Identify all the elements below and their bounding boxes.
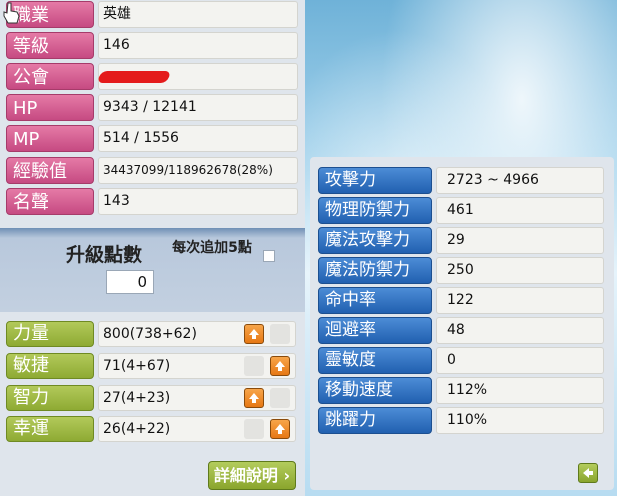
- detail-label: 攻擊力: [318, 167, 432, 194]
- stat-row-hp: HP 9343 / 12141: [6, 94, 298, 121]
- stat-row-level: 等級 146: [6, 32, 298, 59]
- detail-row: 移動速度 112%: [318, 377, 608, 404]
- level-points-label: 升級點數: [66, 244, 143, 266]
- stat-row-job: 職業 英雄: [6, 1, 298, 28]
- attr-value: 26(4+22): [98, 416, 296, 442]
- detail-value: 461: [436, 197, 604, 224]
- attr-label: 幸運: [6, 416, 94, 442]
- luk-up-button[interactable]: [270, 419, 290, 439]
- stat-row-fame: 名聲 143: [6, 188, 298, 215]
- level-points-value: 0: [106, 270, 154, 294]
- collapse-detail-button[interactable]: [578, 463, 598, 483]
- disabled-slot: [270, 388, 290, 408]
- stat-label: 經驗值: [6, 157, 94, 184]
- stat-label: HP: [6, 94, 94, 121]
- stat-value: 英雄: [98, 1, 298, 28]
- level-points-panel: 升級點數 0 每次追加5點: [0, 228, 305, 312]
- add-five-checkbox[interactable]: [263, 250, 275, 262]
- detail-label: 跳躍力: [318, 407, 432, 434]
- stat-label: 等級: [6, 32, 94, 59]
- stat-row-exp: 經驗值 34437099/118962678(28%): [6, 157, 298, 184]
- disabled-slot: [270, 324, 290, 344]
- detail-row: 跳躍力 110%: [318, 407, 608, 434]
- chevron-right-icon: ›: [283, 466, 291, 485]
- detail-value: 48: [436, 317, 604, 344]
- detail-label: 魔法攻擊力: [318, 227, 432, 254]
- stat-value: 514 / 1556: [98, 125, 298, 152]
- add-five-note: 每次追加5點: [172, 240, 252, 256]
- detail-label: 命中率: [318, 287, 432, 314]
- hand-cursor-icon: [3, 2, 20, 24]
- detail-value: 122: [436, 287, 604, 314]
- redacted-scribble: [96, 71, 172, 83]
- stat-label: 公會: [6, 63, 94, 90]
- disabled-slot: [244, 356, 264, 376]
- detail-value: 250: [436, 257, 604, 284]
- stat-label: MP: [6, 125, 94, 152]
- attr-row-dex: 敏捷 71(4+67): [6, 353, 296, 379]
- stat-value: 146: [98, 32, 298, 59]
- detail-row: 魔法攻擊力 29: [318, 227, 608, 254]
- detail-row: 物理防禦力 461: [318, 197, 608, 224]
- dex-up-button[interactable]: [270, 356, 290, 376]
- detail-row: 靈敏度 0: [318, 347, 608, 374]
- detail-label: 迴避率: [318, 317, 432, 344]
- detail-value: 29: [436, 227, 604, 254]
- arrow-up-icon: [249, 329, 259, 339]
- arrow-up-icon: [249, 393, 259, 403]
- detail-label: 物理防禦力: [318, 197, 432, 224]
- detail-value: 110%: [436, 407, 604, 434]
- detail-label: 魔法防禦力: [318, 257, 432, 284]
- detail-label: 移動速度: [318, 377, 432, 404]
- attr-value: 27(4+23): [98, 385, 296, 411]
- attr-value: 800(738+62): [98, 321, 296, 347]
- arrow-left-icon: [583, 468, 593, 478]
- stat-label: 名聲: [6, 188, 94, 215]
- attr-row-int: 智力 27(4+23): [6, 385, 296, 411]
- attr-row-luk: 幸運 26(4+22): [6, 416, 296, 442]
- attr-label: 智力: [6, 385, 94, 411]
- stat-value: [96, 63, 298, 90]
- disabled-slot: [244, 419, 264, 439]
- stat-value: 9343 / 12141: [98, 94, 298, 121]
- detail-button-label: 詳細說明: [213, 466, 278, 485]
- arrow-up-icon: [275, 361, 285, 371]
- attr-row-str: 力量 800(738+62): [6, 321, 296, 347]
- detail-stat-window: 攻擊力 2723 ~ 4966 物理防禦力 461 魔法攻擊力 29 魔法防禦力…: [310, 157, 614, 490]
- detail-row: 命中率 122: [318, 287, 608, 314]
- stat-value: 34437099/118962678(28%): [98, 157, 298, 184]
- detail-value: 0: [436, 347, 604, 374]
- detail-value: 2723 ~ 4966: [436, 167, 604, 194]
- attr-label: 力量: [6, 321, 94, 347]
- detail-label: 靈敏度: [318, 347, 432, 374]
- detail-value: 112%: [436, 377, 604, 404]
- detail-row: 魔法防禦力 250: [318, 257, 608, 284]
- attr-value: 71(4+67): [98, 353, 296, 379]
- str-up-button[interactable]: [244, 324, 264, 344]
- stat-row-mp: MP 514 / 1556: [6, 125, 298, 152]
- detail-row: 攻擊力 2723 ~ 4966: [318, 167, 608, 194]
- stat-window: 職業 英雄 等級 146 公會 HP 9343 / 12141 MP 514 /…: [0, 0, 305, 496]
- detail-row: 迴避率 48: [318, 317, 608, 344]
- int-up-button[interactable]: [244, 388, 264, 408]
- stat-row-guild: 公會: [6, 63, 298, 90]
- stat-value: 143: [98, 188, 298, 215]
- detail-button[interactable]: 詳細說明 ›: [208, 461, 296, 490]
- arrow-up-icon: [275, 424, 285, 434]
- attr-label: 敏捷: [6, 353, 94, 379]
